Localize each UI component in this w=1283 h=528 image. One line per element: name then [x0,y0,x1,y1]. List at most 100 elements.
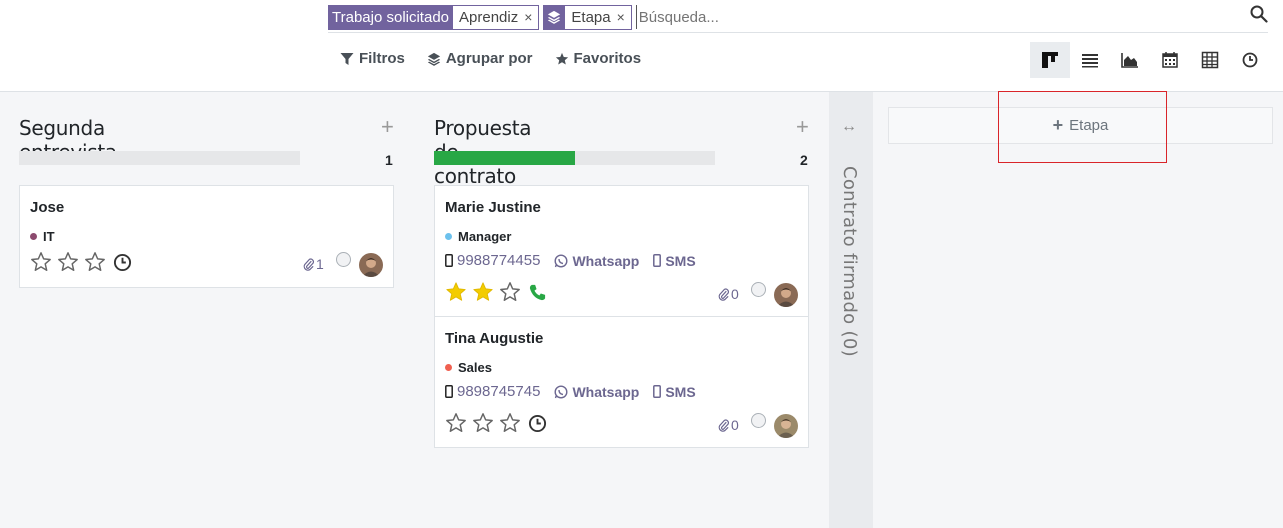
clock-icon[interactable] [113,253,132,272]
star-empty-icon[interactable] [30,251,52,273]
favorites-label: Favoritos [573,50,642,67]
mobile-icon [445,254,453,267]
filter-icon [340,52,354,65]
star-empty-icon[interactable] [57,251,79,273]
attachment-count[interactable]: 0 [717,286,739,302]
mobile-icon [653,254,662,267]
star-empty-icon[interactable] [445,412,467,434]
folded-column[interactable]: ↔ Contrato firmado (0) [829,92,873,528]
quick-create-button[interactable]: + [796,114,809,140]
attachment-count[interactable]: 1 [302,256,324,272]
kanban-card[interactable]: Marie Justine Manager 9988774455 Whatsap… [434,185,809,317]
contact-row: 9988774455 Whatsapp SMS [445,252,696,269]
calendar-view-button[interactable] [1150,42,1190,78]
facet-value-text: Etapa [571,8,611,26]
attachment-number: 0 [731,286,739,302]
kanban-icon [1042,52,1058,68]
pivot-view-button[interactable] [1190,42,1230,78]
tag-color-dot [30,233,37,240]
phone-icon[interactable] [528,283,547,302]
paperclip-icon [718,419,730,432]
layers-icon [427,52,440,66]
kanban-card[interactable]: Tina Augustie Sales 9898745745 Whatsapp … [434,316,809,448]
tag-color-dot [445,233,452,240]
tag-color-dot [445,364,452,371]
tag-label: Sales [458,360,492,375]
area-chart-icon [1121,53,1138,68]
phone-link[interactable]: 9898745745 [445,383,540,400]
plus-icon: + [1052,115,1064,135]
quick-create-button[interactable]: + [381,114,394,140]
avatar[interactable] [359,253,383,277]
search-options: Filtros Agrupar por Favoritos [340,50,641,67]
facet-value: Etapa × [565,4,632,30]
phone-link[interactable]: 9988774455 [445,252,540,269]
search-input[interactable] [635,5,1268,29]
whatsapp-label: Whatsapp [572,383,640,400]
control-panel: Trabajo solicitado Aprendiz × Etapa × Fi… [0,0,1283,92]
contact-row: 9898745745 Whatsapp SMS [445,383,696,400]
attachment-count[interactable]: 0 [717,417,739,433]
filters-label: Filtros [359,50,405,67]
facet-job[interactable]: Trabajo solicitado Aprendiz × [328,4,540,30]
groupby-label: Agrupar por [445,50,533,67]
facet-remove-button[interactable]: × [524,9,532,25]
graph-view-button[interactable] [1110,42,1150,78]
paperclip-icon [718,288,730,301]
kanban-state-circle[interactable] [751,413,766,428]
list-view-button[interactable] [1070,42,1110,78]
expand-arrows-icon[interactable]: ↔ [841,118,857,136]
folded-column-title: Contrato firmado (0) [839,166,860,357]
card-tag: IT [30,229,55,244]
mobile-icon [653,385,662,398]
add-stage-button[interactable]: + Etapa [888,107,1273,144]
facet-category: Trabajo solicitado [328,4,454,30]
tag-label: IT [43,229,55,244]
facet-value: Aprendiz × [453,4,540,30]
table-icon [1201,51,1219,69]
card-name: Jose [30,199,65,216]
view-switcher [1030,42,1270,78]
column-progress-bar[interactable] [434,151,715,165]
search-bar: Trabajo solicitado Aprendiz × Etapa × [328,2,1268,33]
star-empty-icon[interactable] [84,251,106,273]
star-filled-icon[interactable] [445,281,467,303]
card-tag: Sales [445,360,492,375]
whatsapp-link[interactable]: Whatsapp [554,384,639,400]
facet-stage[interactable]: Etapa × [543,4,632,30]
whatsapp-icon [554,384,568,399]
star-filled-icon[interactable] [472,281,494,303]
card-tag: Manager [445,229,511,244]
filters-button[interactable]: Filtros [340,50,405,67]
column-count: 1 [385,152,393,168]
attachment-number: 1 [316,256,324,272]
phone-number: 9988774455 [457,252,541,269]
search-icon[interactable] [1250,5,1268,25]
star-empty-icon[interactable] [499,412,521,434]
priority-stars [445,281,547,303]
clock-icon[interactable] [528,414,547,433]
kanban-state-circle[interactable] [336,252,351,267]
attachment-number: 0 [731,417,739,433]
mobile-icon [445,385,453,398]
calendar-icon [1162,52,1178,68]
sms-link[interactable]: SMS [653,253,696,269]
facet-remove-button[interactable]: × [617,9,625,25]
column-count: 2 [800,152,808,168]
avatar[interactable] [774,414,798,438]
groupby-button[interactable]: Agrupar por [427,50,533,67]
star-empty-icon[interactable] [472,412,494,434]
star-empty-icon[interactable] [499,281,521,303]
kanban-card[interactable]: Jose IT 1 [19,185,394,288]
layers-icon [543,4,566,30]
column-progress-bar[interactable] [19,151,300,165]
sms-link[interactable]: SMS [653,384,696,400]
kanban-view-button[interactable] [1030,42,1070,78]
kanban-state-circle[interactable] [751,282,766,297]
whatsapp-link[interactable]: Whatsapp [554,253,639,269]
activity-view-button[interactable] [1230,42,1270,78]
card-name: Tina Augustie [445,330,544,347]
avatar[interactable] [774,283,798,307]
favorites-button[interactable]: Favoritos [555,50,642,67]
whatsapp-icon [554,253,568,268]
